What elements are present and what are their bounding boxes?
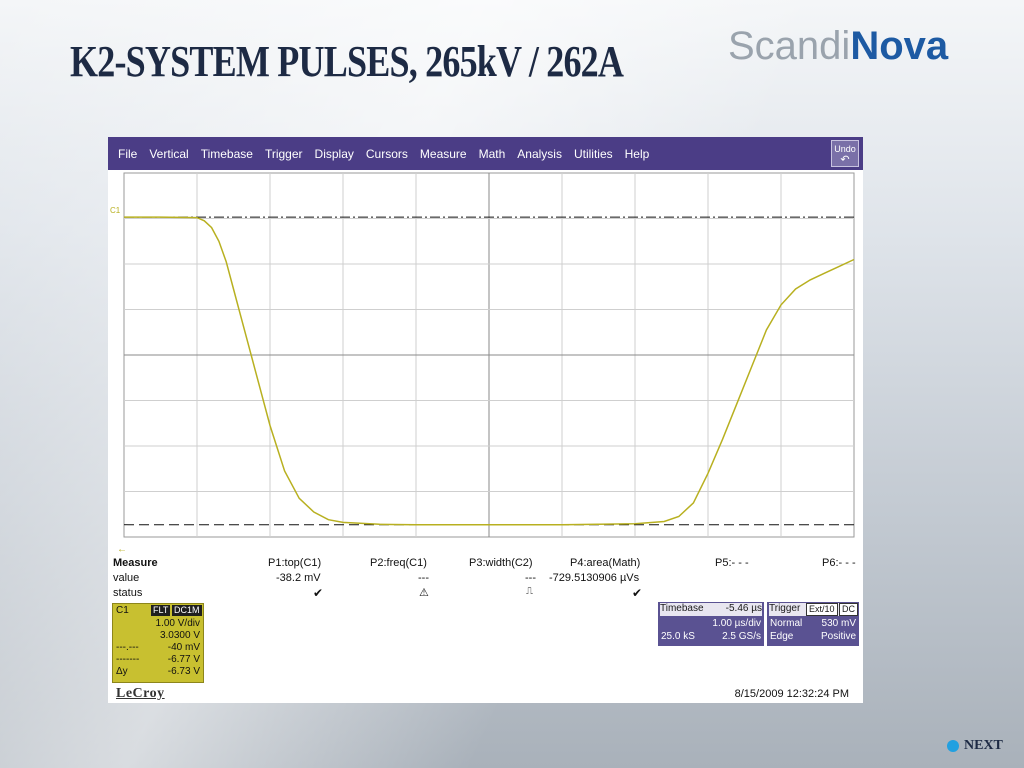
measure-panel: Measure P1:top(C1) P2:freq(C1) P3:width(… — [108, 557, 863, 601]
status-ok-icon-p4: ✔ — [632, 586, 643, 600]
channel-1-box[interactable]: C1 FLT DC1M 1.00 V/div 3.0300 V ---.--- -… — [112, 603, 204, 683]
timebase-rate-row: 1.00 µs/div — [712, 618, 761, 629]
measure-header[interactable]: Measure — [113, 557, 158, 569]
measure-p6-header[interactable]: P6:- - - — [822, 557, 856, 569]
channel-row-volts-div: 1.00 V/div — [155, 618, 200, 629]
status-ok-icon: ✔ — [313, 586, 324, 600]
menu-math[interactable]: Math — [473, 147, 512, 161]
channel-filter-tag: FLT — [151, 605, 171, 616]
menu-vertical[interactable]: Vertical — [143, 147, 194, 161]
undo-label: Undo — [834, 144, 856, 154]
undo-icon: ↶ — [840, 154, 850, 166]
measure-status-label: status — [113, 587, 143, 599]
logo-text-scandi: Scandi — [728, 24, 851, 68]
menu-cursors[interactable]: Cursors — [360, 147, 414, 161]
lecroy-logo: LeCroy — [116, 686, 165, 701]
channel-row-offset: 3.0300 V — [159, 630, 200, 641]
trigger-mode-row: Normal 530 mV — [770, 618, 856, 629]
channel-1-name: C1 — [116, 605, 129, 616]
measure-p2-value: --- — [418, 572, 429, 584]
measure-p4-header[interactable]: P4:area(Math) — [570, 557, 640, 569]
channel-row-delta-y: Δy -6.73 V — [116, 666, 200, 677]
timebase-samples-row: 25.0 kS 2.5 GS/s — [661, 631, 761, 642]
trigger-source-tag: Ext/10 — [806, 603, 838, 616]
slide-title: K2-SYSTEM PULSES, 265kV / 262A — [70, 37, 624, 86]
channel-1-marker: C1 — [110, 206, 121, 215]
trigger-type-row: Edge Positive — [770, 631, 856, 642]
measure-p3-value: --- — [525, 572, 536, 584]
measure-p1-value: -38.2 mV — [276, 572, 321, 584]
waveform-display[interactable]: C1 ← — [108, 170, 863, 557]
next-button[interactable]: NEXT — [947, 738, 1003, 754]
menu-analysis[interactable]: Analysis — [511, 147, 568, 161]
logo-text-nova: Nova — [850, 24, 949, 68]
menu-timebase[interactable]: Timebase — [195, 147, 259, 161]
timestamp: 8/15/2009 12:32:24 PM — [734, 688, 849, 700]
channel-row-cursor-2: ------- -6.77 V — [116, 654, 200, 665]
menu-file[interactable]: File — [112, 147, 143, 161]
measure-p5-header[interactable]: P5:- - - — [715, 557, 749, 569]
next-bullet-icon — [947, 740, 959, 752]
measure-p4-value: -729.5130906 µVs — [549, 572, 640, 584]
menu-bar: File Vertical Timebase Trigger Display C… — [108, 137, 863, 170]
measure-p2-header[interactable]: P2:freq(C1) — [370, 557, 427, 569]
timebase-box[interactable]: Timebase -5.46 µs 1.00 µs/div 25.0 kS 2.… — [658, 602, 764, 646]
menu-help[interactable]: Help — [619, 147, 656, 161]
channel-coupling-tag: DC1M — [172, 605, 202, 616]
measure-p1-header[interactable]: P1:top(C1) — [268, 557, 321, 569]
trigger-position-icon: ← — [117, 544, 127, 555]
channel-row-cursor-1: ---.--- -40 mV — [116, 642, 200, 653]
menu-utilities[interactable]: Utilities — [568, 147, 619, 161]
menu-display[interactable]: Display — [309, 147, 360, 161]
trigger-box[interactable]: Trigger Ext/10 DC Normal 530 mV Edge Pos… — [767, 602, 859, 646]
next-label: NEXT — [964, 738, 1003, 753]
undo-button[interactable]: Undo ↶ — [831, 140, 859, 167]
timebase-header: Timebase -5.46 µs — [660, 603, 762, 616]
measure-value-label: value — [113, 572, 140, 584]
trigger-coupling-tag: DC — [839, 603, 858, 616]
graticule — [123, 172, 855, 538]
waveform-svg: C1 ← — [110, 172, 855, 555]
status-warning-icon: ⚠ — [419, 587, 429, 599]
scandinova-logo: ScandiNova — [728, 24, 948, 69]
measure-p3-header[interactable]: P3:width(C2) — [469, 557, 533, 569]
menu-trigger[interactable]: Trigger — [259, 147, 309, 161]
status-pulse-icon: ⎍ — [526, 586, 533, 597]
menu-measure[interactable]: Measure — [414, 147, 473, 161]
oscilloscope-window: File Vertical Timebase Trigger Display C… — [108, 137, 863, 703]
